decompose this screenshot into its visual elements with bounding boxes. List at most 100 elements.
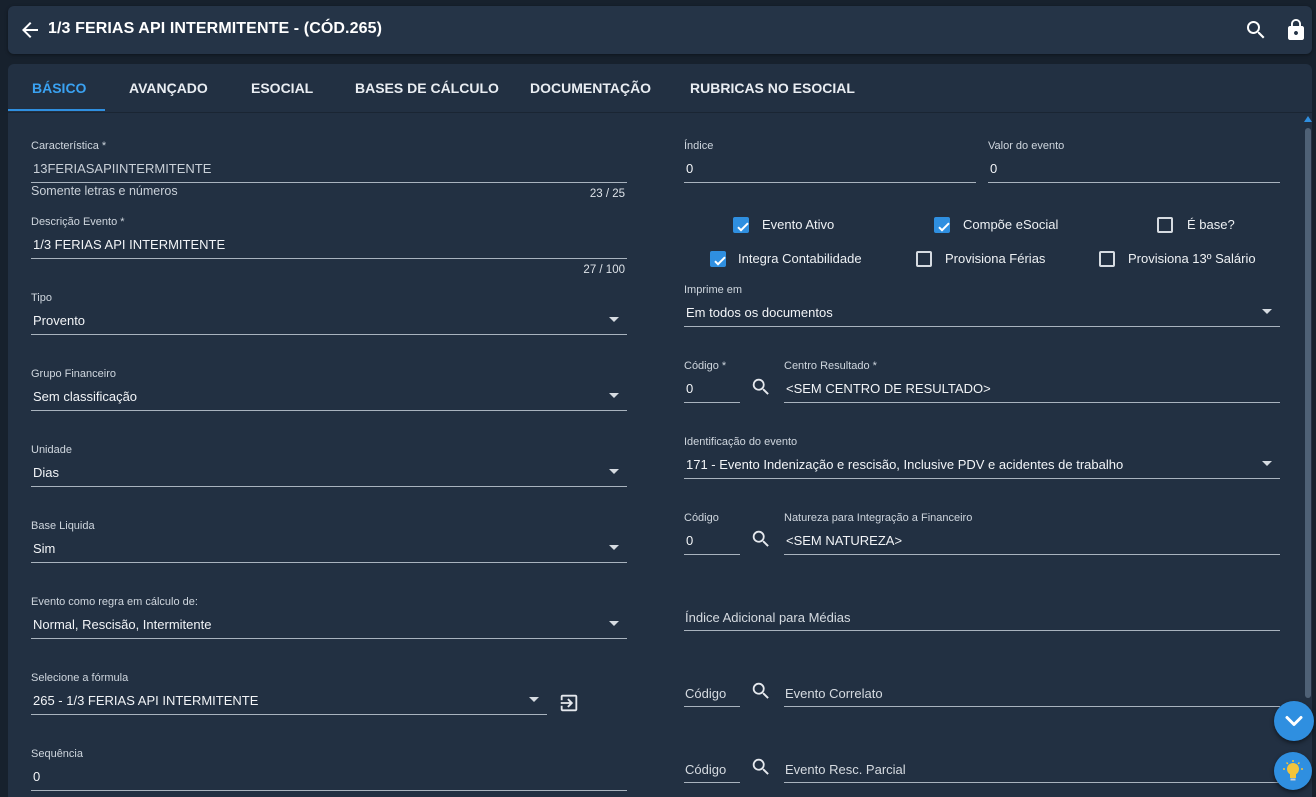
codigo-cr-input[interactable]: 0 — [686, 381, 693, 396]
search-icon[interactable] — [750, 756, 772, 778]
tipo-select[interactable]: Provento — [33, 313, 85, 328]
compoe-esocial-checkbox[interactable] — [934, 217, 950, 233]
descricao-input[interactable]: 1/3 FERIAS API INTERMITENTE — [33, 237, 225, 252]
sequencia-input[interactable]: 0 — [33, 769, 40, 784]
tab-esocial[interactable]: ESOCIAL — [251, 80, 313, 96]
check-icon — [714, 256, 726, 266]
tipo-label: Tipo — [31, 292, 52, 304]
provisiona-ferias-checkbox[interactable] — [916, 251, 932, 267]
search-icon[interactable] — [750, 680, 772, 702]
base-liquida-underline — [31, 562, 627, 563]
open-formula-icon[interactable] — [558, 692, 580, 714]
search-icon[interactable] — [750, 528, 772, 550]
imprime-label: Imprime em — [684, 284, 743, 296]
unidade-underline — [31, 486, 627, 487]
e-base-label: É base? — [1187, 217, 1235, 232]
scroll-up-icon[interactable] — [1304, 116, 1312, 122]
chevron-down-icon[interactable] — [609, 621, 619, 626]
grupo-underline — [31, 410, 627, 411]
codigo-nat-input[interactable]: 0 — [686, 533, 693, 548]
centro-resultado-label: Centro Resultado * — [784, 360, 877, 372]
descricao-counter: 27 / 100 — [583, 264, 625, 276]
chevron-down-icon — [1285, 716, 1303, 726]
scroll-down-button[interactable] — [1274, 701, 1314, 741]
back-arrow-icon[interactable] — [18, 18, 42, 42]
search-icon[interactable] — [750, 376, 772, 398]
indice-adicional-input[interactable]: Índice Adicional para Médias — [685, 610, 851, 625]
sequencia-label: Sequência — [31, 748, 83, 760]
e-base-checkbox[interactable] — [1157, 217, 1173, 233]
formula-underline — [31, 714, 547, 715]
grupo-select[interactable]: Sem classificação — [33, 389, 137, 404]
valor-input[interactable]: 0 — [990, 161, 997, 176]
codigo-nat-label: Código — [684, 512, 719, 524]
formula-select[interactable]: 265 - 1/3 FERIAS API INTERMITENTE — [33, 693, 258, 708]
correlato-underline — [784, 706, 1280, 707]
scrollbar-thumb[interactable] — [1305, 128, 1311, 698]
provisiona-13-checkbox[interactable] — [1099, 251, 1115, 267]
caracteristica-counter: 23 / 25 — [589, 188, 625, 200]
caracteristica-input[interactable]: 13FERIASAPIINTERMITENTE — [33, 161, 211, 176]
lightbulb-icon — [1283, 760, 1303, 781]
chevron-down-icon[interactable] — [609, 317, 619, 322]
regra-underline — [31, 638, 627, 639]
page-title: 1/3 FERIAS API INTERMITENTE - (CÓD.265) — [48, 20, 383, 37]
tab-rubricas-esocial[interactable]: RUBRICAS NO ESOCIAL — [690, 80, 855, 96]
indice-adicional-underline — [684, 630, 1280, 631]
imprime-select[interactable]: Em todos os documentos — [686, 305, 833, 320]
regra-select[interactable]: Normal, Rescisão, Intermitente — [33, 617, 211, 632]
identificacao-underline — [684, 478, 1280, 479]
chevron-down-icon[interactable] — [529, 697, 539, 702]
codigo-cr-label: Código * — [684, 360, 727, 372]
resc-parcial-codigo-input[interactable]: Código — [685, 762, 726, 777]
provisiona-ferias-label: Provisiona Férias — [945, 251, 1046, 266]
formula-label: Selecione a fórmula — [31, 672, 129, 684]
chevron-down-icon[interactable] — [609, 545, 619, 550]
codigo-nat-underline — [684, 554, 740, 555]
centro-resultado-input[interactable]: <SEM CENTRO DE RESULTADO> — [786, 381, 991, 396]
check-icon — [737, 222, 749, 232]
descricao-underline — [31, 258, 627, 259]
tab-bar: BÁSICO AVANÇADO ESOCIAL BASES DE CÁLCULO… — [8, 64, 1312, 113]
valor-underline — [988, 182, 1280, 183]
form-panel: BÁSICO AVANÇADO ESOCIAL BASES DE CÁLCULO… — [8, 64, 1312, 797]
valor-label: Valor do evento — [988, 140, 1065, 152]
unidade-select[interactable]: Dias — [33, 465, 59, 480]
tips-button[interactable] — [1274, 752, 1312, 790]
unidade-label: Unidade — [31, 444, 72, 456]
chevron-down-icon[interactable] — [609, 469, 619, 474]
natureza-input[interactable]: <SEM NATUREZA> — [786, 533, 902, 548]
chevron-down-icon[interactable] — [609, 393, 619, 398]
evento-ativo-checkbox[interactable] — [733, 217, 749, 233]
chevron-down-icon[interactable] — [1262, 461, 1272, 466]
caracteristica-underline — [31, 182, 627, 183]
tab-avancado[interactable]: AVANÇADO — [129, 80, 208, 96]
resc-parcial-codigo-underline — [684, 782, 740, 783]
grupo-label: Grupo Financeiro — [31, 368, 116, 380]
caracteristica-hint: Somente letras e números — [31, 184, 178, 198]
base-liquida-select[interactable]: Sim — [33, 541, 55, 556]
identificacao-select[interactable]: 171 - Evento Indenização e rescisão, Inc… — [686, 457, 1123, 472]
correlato-input[interactable]: Evento Correlato — [785, 686, 883, 701]
scrollbar[interactable] — [1304, 114, 1312, 797]
tab-documentacao[interactable]: DOCUMENTAÇÃO — [530, 80, 651, 96]
provisiona-13-label: Provisiona 13º Salário — [1128, 251, 1256, 266]
resc-parcial-underline — [784, 782, 1280, 783]
tab-basico[interactable]: BÁSICO — [32, 80, 86, 96]
indice-input[interactable]: 0 — [686, 161, 693, 176]
descricao-label: Descrição Evento * — [31, 216, 125, 228]
correlato-codigo-underline — [684, 706, 740, 707]
sequencia-underline — [31, 790, 627, 791]
tab-bases-calculo[interactable]: BASES DE CÁLCULO — [355, 80, 499, 96]
search-icon[interactable] — [1244, 18, 1268, 42]
centro-resultado-underline — [784, 402, 1280, 403]
resc-parcial-input[interactable]: Evento Resc. Parcial — [785, 762, 906, 777]
integra-contabilidade-label: Integra Contabilidade — [738, 251, 862, 266]
evento-ativo-label: Evento Ativo — [762, 217, 835, 232]
natureza-label: Natureza para Integração a Financeiro — [784, 512, 973, 524]
chevron-down-icon[interactable] — [1262, 309, 1272, 314]
integra-contabilidade-checkbox[interactable] — [710, 251, 726, 267]
correlato-codigo-input[interactable]: Código — [685, 686, 726, 701]
lock-icon[interactable] — [1284, 18, 1308, 42]
compoe-esocial-label: Compõe eSocial — [963, 217, 1059, 232]
